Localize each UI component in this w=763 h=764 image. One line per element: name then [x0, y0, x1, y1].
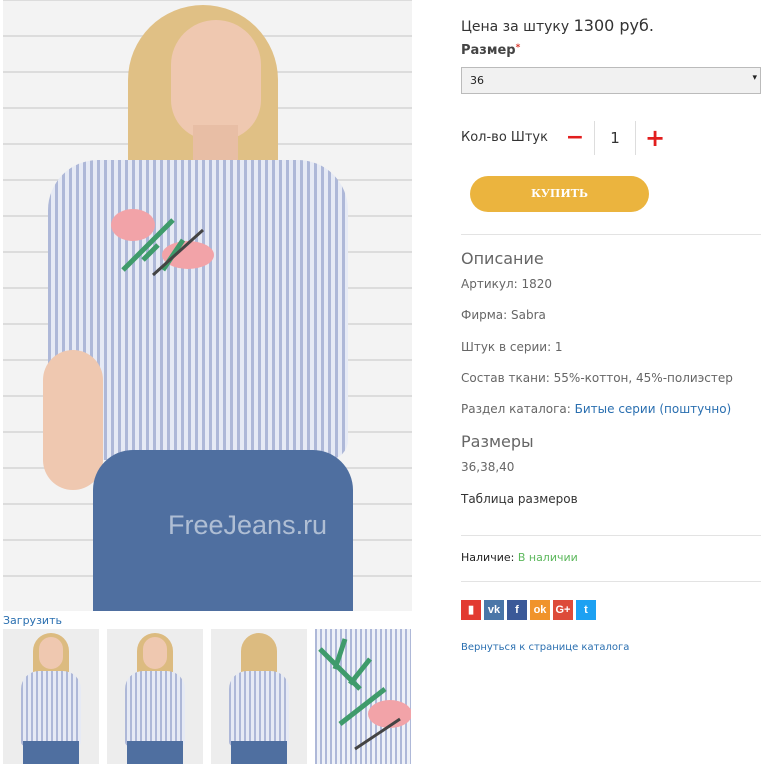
back-to-catalog-link[interactable]: Вернуться к странице каталога	[461, 642, 629, 653]
size-select[interactable]: 36 ▾	[461, 67, 761, 94]
quantity-decrease-button[interactable]: −	[565, 127, 585, 149]
quantity-increase-button[interactable]: +	[644, 126, 666, 150]
thumbnail-strip	[3, 629, 412, 764]
thumb-jeans	[127, 741, 183, 764]
divider	[461, 581, 761, 582]
google-plus-icon[interactable]: G+	[553, 600, 573, 620]
description-heading: Описание	[461, 249, 544, 268]
upload-link[interactable]: Загрузить	[3, 614, 62, 627]
thumbnail-detail[interactable]	[315, 629, 411, 764]
thumbnail-side[interactable]	[107, 629, 203, 764]
buy-button[interactable]: КУПИТЬ	[470, 176, 649, 212]
model-hand	[43, 350, 103, 490]
vk-icon[interactable]: vk	[484, 600, 504, 620]
thumb-shirt	[125, 671, 185, 746]
sizes-list: 36,38,40	[461, 460, 515, 474]
size-table-link[interactable]: Таблица размеров	[461, 492, 578, 506]
fabric-composition: Состав ткани: 55%-коттон, 45%-полиэстер	[461, 371, 733, 385]
brand: Фирма: Sabra	[461, 308, 546, 322]
thumb-embroidery	[318, 638, 411, 751]
social-share-bar: ▮ vk f ok G+ t	[461, 600, 596, 620]
thumb-head	[39, 637, 63, 669]
catalog-section-link[interactable]: Битые серии (поштучно)	[575, 402, 732, 416]
chevron-down-icon: ▾	[752, 73, 757, 83]
availability-value: В наличии	[517, 551, 578, 564]
price: Цена за штуку 1300 руб.	[461, 16, 654, 35]
catalog-prefix: Раздел каталога:	[461, 402, 571, 416]
quantity-label: Кол-во Штук	[461, 130, 548, 145]
price-value: 1300 руб.	[573, 16, 654, 35]
twitter-icon[interactable]: t	[576, 600, 596, 620]
thumb-shirt	[21, 671, 81, 746]
price-prefix: Цена за штуку	[461, 19, 570, 35]
pieces-in-series: Штук в серии: 1	[461, 340, 563, 354]
article-number: Артикул: 1820	[461, 277, 553, 291]
bookmark-icon[interactable]: ▮	[461, 600, 481, 620]
thumb-jeans	[23, 741, 79, 764]
floral-embroidery	[111, 209, 214, 277]
size-selected-value: 36	[470, 74, 484, 87]
quantity-input[interactable]: 1	[594, 121, 636, 155]
thumb-head	[143, 637, 167, 669]
availability: Наличие: В наличии	[461, 551, 578, 564]
thumb-shirt	[229, 671, 289, 746]
thumb-jeans	[231, 741, 287, 764]
thumbnail-back[interactable]	[211, 629, 307, 764]
size-label-text: Размер	[461, 43, 516, 58]
availability-label: Наличие:	[461, 551, 515, 564]
model-face	[171, 20, 261, 140]
sizes-heading: Размеры	[461, 432, 534, 451]
size-label: Размер*	[461, 43, 520, 58]
facebook-icon[interactable]: f	[507, 600, 527, 620]
required-mark: *	[515, 43, 521, 53]
divider	[461, 234, 761, 235]
divider	[461, 535, 761, 536]
catalog-section: Раздел каталога: Битые серии (поштучно)	[461, 402, 731, 416]
watermark: FreeJeans.ru	[168, 510, 328, 540]
main-product-photo[interactable]: FreeJeans.ru	[3, 0, 412, 611]
thumbnail-front[interactable]	[3, 629, 99, 764]
odnoklassniki-icon[interactable]: ok	[530, 600, 550, 620]
